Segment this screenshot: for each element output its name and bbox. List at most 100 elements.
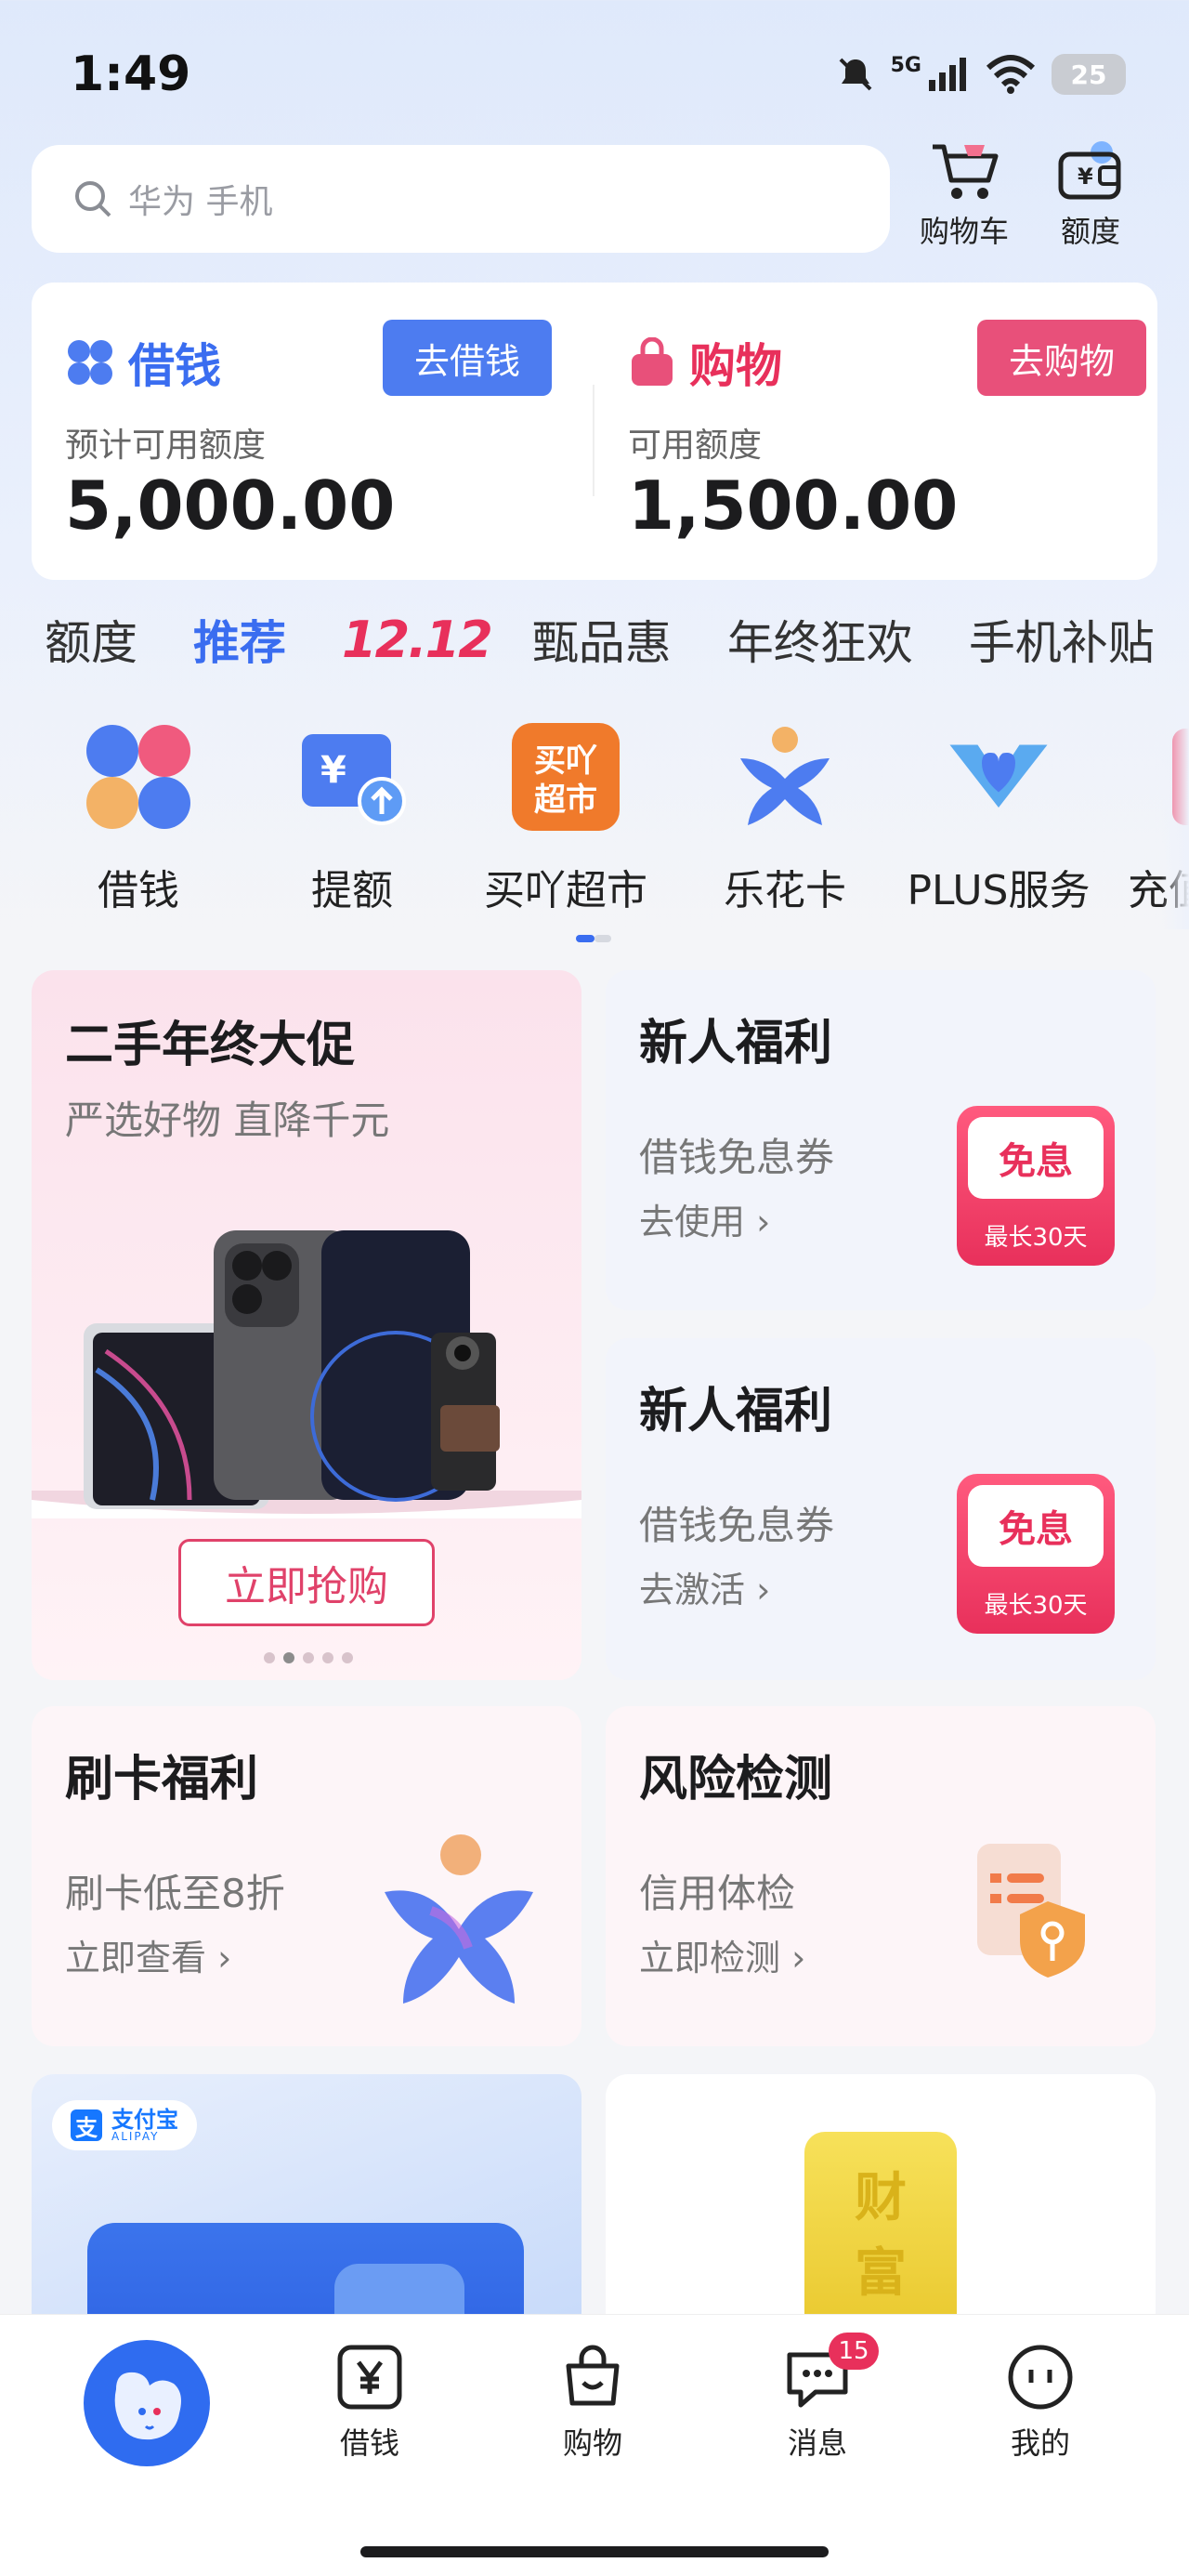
borrow-section: 借钱 去借钱 预计可用额度 5,000.00 — [32, 283, 594, 580]
quick-raise-limit-label: 提额 — [311, 867, 393, 914]
chevron-right-icon: › — [791, 1938, 806, 1978]
mascot-icon — [114, 2372, 181, 2440]
promo-title: 二手年终大促 — [65, 1018, 356, 1073]
gold-card[interactable]: 财 富 — [606, 2074, 1156, 2334]
quota-label: 额度 — [1060, 214, 1120, 249]
signal-icon — [929, 58, 966, 91]
coupon-label: 免息 — [968, 1117, 1104, 1199]
shop-title: 购物 — [628, 329, 782, 396]
welfare-card-1[interactable]: 新人福利 借钱免息券 去使用 › 免息 最长30天 — [606, 970, 1156, 1310]
clover-icon — [68, 340, 112, 385]
pager-dot-active — [576, 935, 594, 942]
credit-panel: 借钱 去借钱 预计可用额度 5,000.00 购物 去购物 可用额度 1,500… — [32, 283, 1157, 580]
mute-icon — [839, 58, 872, 91]
gold-bar-text-2: 富 — [855, 2243, 907, 2304]
market-icon-line2: 超市 — [534, 782, 597, 819]
risk-check-card[interactable]: 风险检测 信用体检 立即检测 › — [606, 1706, 1156, 2046]
tab-1212[interactable]: 12.12 — [342, 611, 493, 669]
quick-raise-limit[interactable]: ¥ 提额 — [245, 721, 459, 916]
tab-recommend[interactable]: 推荐 — [193, 606, 286, 673]
card-benefit-title: 刷卡福利 — [65, 1752, 259, 1807]
card-benefit-link[interactable]: 立即查看 › — [65, 1929, 231, 1980]
quick-market[interactable]: 买吖 超市 买吖超市 — [459, 721, 673, 916]
quick-borrow-label: 借钱 — [98, 867, 179, 914]
nav-borrow-label: 借钱 — [339, 2425, 399, 2461]
plus-service-icon — [943, 721, 1054, 833]
yen-icon — [337, 2345, 402, 2410]
category-tabs: 额度 推荐 12.12 甄品惠 年终狂欢 手机补贴 — [45, 602, 1189, 677]
quick-lehua-card[interactable]: 乐花卡 — [678, 721, 892, 916]
status-time: 1:49 — [71, 46, 191, 102]
coupon-foot: 最长30天 — [984, 1224, 1088, 1252]
wallet-icon: ¥ — [1058, 141, 1121, 200]
nav-shop-label: 购物 — [562, 2425, 622, 2461]
chevron-right-icon: › — [756, 1202, 771, 1242]
market-icon-line1: 买吖 — [534, 743, 597, 780]
nav-me-label: 我的 — [1010, 2425, 1070, 2461]
devices-image — [32, 1230, 581, 1518]
go-borrow-button[interactable]: 去借钱 — [383, 320, 553, 396]
shop-sub: 可用额度 — [628, 427, 763, 465]
welfare-2-link[interactable]: 去激活 › — [639, 1561, 770, 1612]
search-input[interactable]: 华为 手机 — [32, 145, 890, 253]
nav-borrow[interactable]: 借钱 — [295, 2342, 444, 2463]
gold-bar-image: 财 富 — [804, 2132, 957, 2334]
tab-yearend[interactable]: 年终狂欢 — [727, 606, 913, 673]
coupon-foot: 最长30天 — [984, 1592, 1088, 1620]
shopping-bag-icon — [566, 2345, 620, 2406]
buy-now-button[interactable]: 立即抢购 — [178, 1539, 435, 1626]
welfare-2-sub: 借钱免息券 — [639, 1503, 835, 1548]
home-indicator[interactable] — [360, 2546, 829, 2557]
tab-quota[interactable]: 额度 — [45, 606, 137, 673]
quota-button[interactable]: ¥ 额度 — [1035, 139, 1146, 251]
card-benefit-card[interactable]: 刷卡福利 刷卡低至8折 立即查看 › — [32, 1706, 581, 2046]
quick-lehua-card-label: 乐花卡 — [724, 867, 846, 914]
profile-icon — [1008, 2345, 1073, 2410]
coupon-label: 免息 — [968, 1485, 1104, 1567]
promo-card[interactable]: 二手年终大促 严选好物 直降千元 立即抢购 — [32, 970, 581, 1680]
borrow-title: 借钱 — [65, 329, 221, 396]
battery-icon: 25 — [1052, 54, 1126, 95]
search-placeholder: 华为 手机 — [128, 183, 273, 221]
risk-title: 风险检测 — [639, 1752, 833, 1807]
nav-messages-label: 消息 — [787, 2425, 847, 2461]
document-shield-icon — [977, 1844, 1085, 1978]
welfare-1-link-text: 去使用 — [639, 1202, 746, 1242]
carousel-dot — [342, 1652, 353, 1663]
cart-button[interactable]: 购物车 — [908, 139, 1020, 251]
carousel-dots — [264, 1652, 353, 1663]
scroll-fade — [1161, 706, 1189, 929]
alipay-brand-sub: ALIPAY — [111, 2130, 160, 2143]
welfare-1-link[interactable]: 去使用 › — [639, 1193, 770, 1244]
welfare-2-link-text: 去激活 — [639, 1570, 746, 1610]
network-label: 5G — [890, 53, 921, 77]
svg-text:¥: ¥ — [320, 749, 346, 792]
nav-me[interactable]: 我的 — [966, 2342, 1115, 2463]
interest-free-coupon: 免息 最长30天 — [957, 1474, 1115, 1634]
shop-title-text: 购物 — [689, 339, 782, 393]
tab-phone-subsidy[interactable]: 手机补贴 — [969, 606, 1155, 673]
borrow-sub: 预计可用额度 — [65, 427, 267, 465]
svg-text:¥: ¥ — [1078, 164, 1093, 190]
borrow-amount: 5,000.00 — [65, 467, 396, 545]
nav-shop[interactable]: 购物 — [518, 2342, 667, 2463]
alipay-card[interactable]: 支 支付宝 ALIPAY — [32, 2074, 581, 2334]
raise-limit-icon: ¥ — [296, 721, 408, 833]
nav-home-mascot[interactable] — [84, 2340, 210, 2466]
risk-link[interactable]: 立即检测 › — [639, 1929, 805, 1980]
gold-bar-text-1: 财 — [855, 2168, 907, 2228]
quick-borrow[interactable]: 借钱 — [32, 721, 245, 916]
quick-plus[interactable]: PLUS服务 — [892, 721, 1105, 916]
cart-icon — [933, 144, 999, 199]
interest-free-coupon: 免息 最长30天 — [957, 1106, 1115, 1266]
go-shop-button[interactable]: 去购物 — [977, 320, 1147, 396]
chevron-right-icon: › — [217, 1938, 232, 1978]
market-icon: 买吖 超市 — [510, 721, 621, 833]
welfare-card-2[interactable]: 新人福利 借钱免息券 去激活 › 免息 最长30天 — [606, 1338, 1156, 1680]
tab-premium[interactable]: 甄品惠 — [532, 606, 672, 673]
shopping-bag-icon — [632, 337, 673, 386]
welfare-1-title: 新人福利 — [639, 1016, 833, 1071]
battery-level: 25 — [1070, 59, 1107, 90]
cart-label: 购物车 — [919, 214, 1009, 249]
promo-sub: 严选好物 直降千元 — [65, 1097, 390, 1143]
